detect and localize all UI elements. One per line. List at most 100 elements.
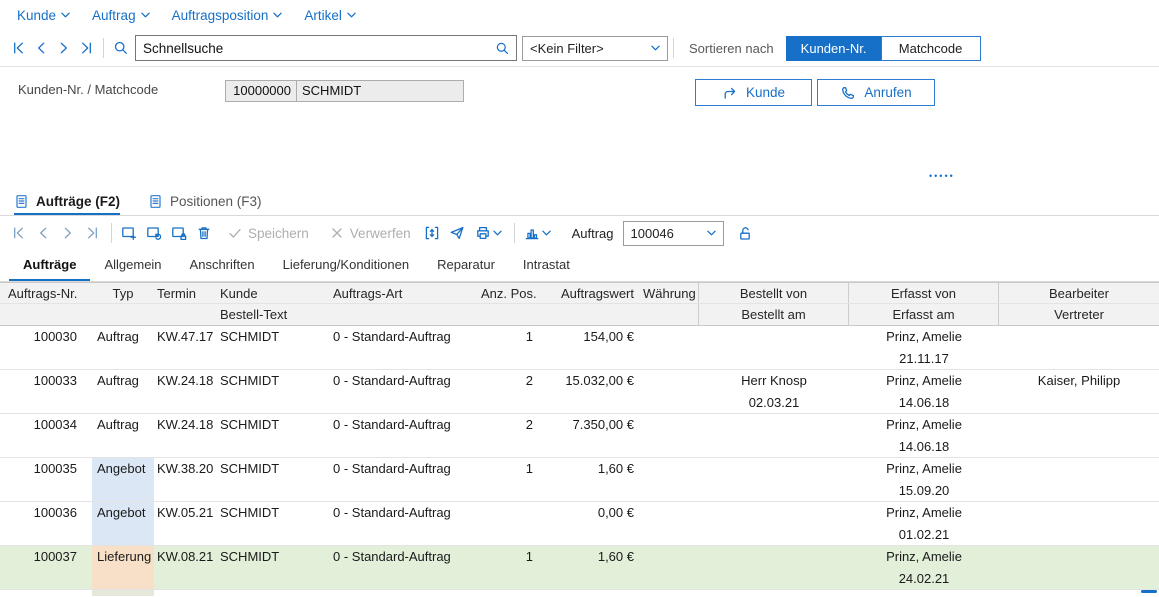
nav-last-button[interactable] — [75, 36, 98, 60]
tab-auftraege[interactable]: Aufträge (F2) — [14, 190, 120, 215]
cell-kunde: SCHMIDT — [216, 370, 329, 413]
col-bestellt-von[interactable]: Bestellt von — [699, 283, 849, 303]
discard-x-icon — [329, 225, 345, 241]
menu-kunde[interactable]: Kunde — [17, 8, 70, 23]
splitter-grip[interactable]: ••••• — [929, 171, 955, 181]
kunde-button[interactable]: Kunde — [695, 79, 812, 106]
send-icon — [449, 225, 465, 241]
col-termin[interactable]: Termin — [154, 283, 216, 303]
discard-button[interactable]: Verwerfen — [329, 225, 411, 241]
cell-typ: Angebot — [92, 458, 154, 501]
cell-bearbeiter — [999, 502, 1159, 545]
nav-first-button[interactable] — [6, 36, 29, 60]
col-anz-pos[interactable]: Anz. Pos. — [481, 283, 539, 303]
table-row[interactable]: 100034 Auftrag KW.24.18 SCHMIDT 0 - Stan… — [0, 414, 1159, 458]
save-button[interactable]: Speichern — [227, 225, 309, 241]
add-record-button[interactable] — [117, 221, 140, 245]
col-bestellt-am[interactable]: Bestellt am — [699, 304, 849, 325]
table-row[interactable]: 100033 Auftrag KW.24.18 SCHMIDT 0 - Stan… — [0, 370, 1159, 414]
col-bestell-text[interactable]: Bestell-Text — [216, 304, 329, 325]
col-auftragswert[interactable]: Auftragswert — [539, 283, 639, 303]
send-button[interactable] — [446, 221, 469, 245]
table-row[interactable]: 100036 Angebot KW.05.21 SCHMIDT 0 - Stan… — [0, 502, 1159, 546]
filter-select[interactable]: <Kein Filter> — [522, 36, 668, 61]
cell-bestellt — [699, 546, 849, 589]
col-auftrags-nr[interactable]: Auftrags-Nr. — [0, 283, 92, 303]
chevron-down-icon — [141, 12, 150, 18]
subtab-lieferung-konditionen[interactable]: Lieferung/Konditionen — [269, 250, 424, 281]
subtab-intrastat[interactable]: Intrastat — [509, 250, 584, 281]
cell-auftrags-art: 0 - Standard-Auftrag — [329, 414, 481, 457]
refresh-record-icon — [146, 225, 162, 241]
post-record-button[interactable] — [167, 221, 190, 245]
refresh-record-button[interactable] — [142, 221, 165, 245]
menu-auftrag[interactable]: Auftrag — [92, 8, 150, 23]
table-row[interactable]: 100030 Auftrag KW.47.17 SCHMIDT 0 - Stan… — [0, 326, 1159, 370]
chevron-down-icon — [493, 230, 502, 236]
phone-icon — [840, 85, 856, 101]
subtab-anschriften[interactable]: Anschriften — [176, 250, 269, 281]
divider — [111, 223, 112, 243]
cell-waehrung — [639, 414, 699, 457]
cell-kunde: SCHMIDT — [216, 414, 329, 457]
cell-anz-pos: 1 — [481, 546, 539, 589]
cell-typ: Auftrag — [92, 326, 154, 369]
sort-matchcode-button[interactable]: Matchcode — [881, 36, 981, 61]
cell-termin: KW.08.21 — [154, 546, 216, 589]
cell-auftrags-art: 0 - Standard-Auftrag — [329, 326, 481, 369]
matchcode-field[interactable]: SCHMIDT — [296, 80, 464, 102]
kunden-nr-field[interactable]: 10000000 — [225, 80, 297, 102]
search-box — [135, 35, 517, 61]
search-input[interactable] — [136, 41, 495, 56]
delete-record-button[interactable] — [192, 221, 215, 245]
menu-auftragsposition[interactable]: Auftragsposition — [172, 8, 283, 23]
chart-menu-button[interactable] — [520, 221, 556, 245]
row-details-icon — [424, 225, 440, 241]
delete-record-icon — [196, 225, 212, 241]
anrufen-button[interactable]: Anrufen — [817, 79, 935, 106]
record-nav-last-button[interactable] — [81, 221, 104, 245]
auftrag-number-select[interactable]: 100046 — [623, 221, 724, 246]
document-icon — [14, 194, 29, 209]
col-auftrags-art[interactable]: Auftrags-Art — [329, 283, 481, 303]
menu-artikel[interactable]: Artikel — [304, 8, 356, 23]
col-vertreter[interactable]: Vertreter — [999, 304, 1159, 325]
col-typ[interactable]: Typ — [92, 283, 154, 303]
lock-open-icon — [737, 225, 753, 241]
add-record-icon — [121, 225, 137, 241]
menubar: Kunde Auftrag Auftragsposition Artikel — [0, 0, 1159, 30]
record-toolbar: Speichern Verwerfen Auftrag 100046 — [0, 216, 1159, 250]
cell-bearbeiter — [999, 326, 1159, 369]
sort-kunden-nr-button[interactable]: Kunden-Nr. — [786, 36, 882, 61]
row-details-button[interactable] — [421, 221, 444, 245]
cell-erfasst: Prinz, Amelie14.06.18 — [849, 370, 999, 413]
print-menu-button[interactable] — [471, 221, 507, 245]
subtab-bar: Aufträge Allgemein Anschriften Lieferung… — [0, 250, 1159, 282]
subtab-auftraege[interactable]: Aufträge — [9, 250, 90, 281]
search-button[interactable] — [109, 36, 132, 60]
record-nav-first-button[interactable] — [6, 221, 29, 245]
col-erfasst-am[interactable]: Erfasst am — [849, 304, 999, 325]
col-bearbeiter[interactable]: Bearbeiter — [999, 283, 1159, 303]
cell-auftragswert: 1,60 € — [539, 546, 639, 589]
record-nav-next-button[interactable] — [56, 221, 79, 245]
nav-next-icon — [60, 225, 76, 241]
record-nav-prev-button[interactable] — [31, 221, 54, 245]
col-waehrung[interactable]: Währung — [639, 283, 699, 303]
nav-next-button[interactable] — [52, 36, 75, 60]
col-kunde[interactable]: Kunde — [216, 283, 329, 303]
subtab-allgemein[interactable]: Allgemein — [90, 250, 175, 281]
table-row-selected[interactable]: 100037 Lieferung KW.08.21 SCHMIDT 0 - St… — [0, 546, 1159, 590]
nav-last-icon — [85, 225, 101, 241]
nav-prev-button[interactable] — [29, 36, 52, 60]
tab-positionen[interactable]: Positionen (F3) — [148, 190, 262, 215]
col-erfasst-von[interactable]: Erfasst von — [849, 283, 999, 303]
customer-panel: Kunden-Nr. / Matchcode 10000000 SCHMIDT … — [0, 67, 1159, 190]
subtab-reparatur[interactable]: Reparatur — [423, 250, 509, 281]
cell-waehrung — [639, 370, 699, 413]
scrollbar-thumb[interactable] — [1141, 590, 1157, 593]
table-row[interactable]: 100035 Angebot KW.38.20 SCHMIDT 0 - Stan… — [0, 458, 1159, 502]
lock-button[interactable] — [734, 221, 757, 245]
cell-typ: Auftrag — [92, 370, 154, 413]
partial-next-row — [0, 590, 1159, 596]
